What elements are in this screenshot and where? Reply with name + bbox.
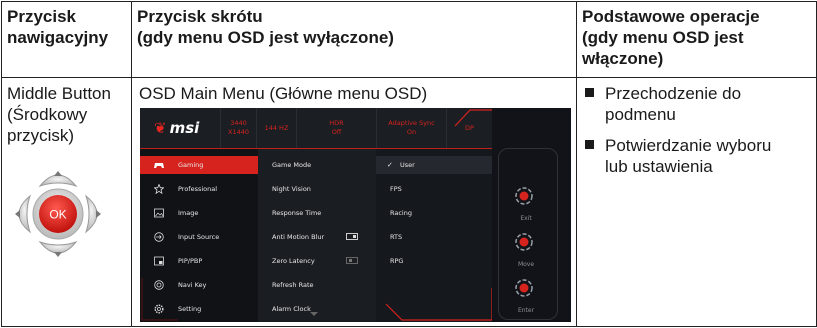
button-table: Przycisk nawigacyjny Przycisk skrótu (gd…: [1, 1, 817, 327]
osd-move-label: Move: [517, 261, 535, 268]
shortcut-cell: OSD Main Menu (Główne menu OSD) ❦ msi 344…: [131, 77, 577, 327]
operation-confirm-selection: Potwierdzanie wyboru lub ustawienia: [585, 135, 808, 177]
ok-label: OK: [49, 208, 66, 222]
operations-list: Przechodzenie do podmenu Potwierdzanie w…: [585, 83, 808, 177]
header-col2-line2: (gdy menu OSD jest wyłączone): [137, 28, 394, 47]
exit-joystick-icon: [515, 187, 533, 205]
header-shortcut-button: Przycisk skrótu (gdy menu OSD jest wyłąc…: [131, 1, 577, 78]
operation-enter-submenu: Przechodzenie do podmenu: [585, 83, 808, 125]
button-name-line1: Middle Button: [7, 84, 111, 103]
left-arrow-pad-icon: [18, 194, 32, 234]
osd-exit-label: Exit: [520, 215, 532, 222]
header-col1-line1: Przycisk: [7, 7, 76, 26]
button-name-line3: przycisk): [7, 126, 75, 145]
header-col2-line1: Przycisk skrótu: [137, 7, 263, 26]
osd-menu-screenshot: ❦ msi 3440 X1440 144 HZ HDR Off Adaptive …: [140, 108, 571, 322]
operation-1-line2: podmenu: [605, 105, 676, 124]
up-arrow-pad-icon: [38, 174, 78, 188]
operations-cell: Przechodzenie do podmenu Potwierdzanie w…: [576, 77, 817, 327]
header-navigation-button: Przycisk nawigacyjny: [1, 1, 132, 78]
header-basic-operations: Podstawowe operacje (gdy menu OSD jest w…: [576, 1, 817, 78]
operation-2-line1: Potwierdzanie wyboru: [605, 136, 772, 155]
move-joystick-icon: [515, 233, 533, 251]
bullet-square-icon: [585, 140, 594, 149]
osd-controls: [515, 187, 533, 297]
osd-enter-label: Enter: [517, 307, 535, 314]
down-arrow-pad-icon: [38, 240, 78, 254]
enter-joystick-icon: [515, 279, 533, 297]
middle-button-row: Middle Button (Środkowy przycisk) OK OSD…: [1, 77, 817, 327]
header-row: Przycisk nawigacyjny Przycisk skrótu (gd…: [1, 1, 817, 78]
right-arrow-pad-icon: [84, 194, 98, 234]
joystick-ok-icon: OK: [15, 171, 101, 257]
bullet-square-icon: [585, 88, 594, 97]
header-col1-line2: nawigacyjny: [7, 28, 109, 47]
button-name-cell: Middle Button (Środkowy przycisk) OK: [1, 77, 132, 327]
operation-2-line2: lub ustawienia: [605, 157, 713, 176]
button-name-line2: (Środkowy: [7, 105, 88, 124]
header-col3-line1: Podstawowe operacje: [582, 7, 760, 26]
shortcut-text: OSD Main Menu (Główne menu OSD): [139, 84, 428, 103]
operation-1-line1: Przechodzenie do: [605, 84, 742, 103]
header-col3-line3: włączone): [582, 49, 664, 68]
header-col3-line2: (gdy menu OSD jest: [582, 28, 744, 47]
